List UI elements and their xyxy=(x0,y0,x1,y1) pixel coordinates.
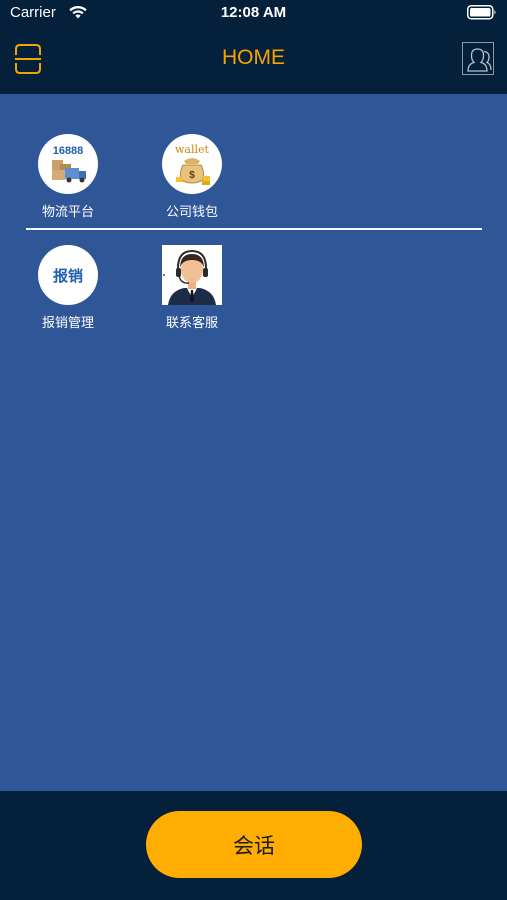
profile-button[interactable] xyxy=(462,42,494,75)
svg-text:$: $ xyxy=(189,170,195,181)
clock: 12:08 AM xyxy=(220,4,287,21)
section-divider xyxy=(26,228,482,230)
tile-label: 物流平台 xyxy=(41,205,94,220)
expense-icon: 报销 xyxy=(38,245,98,305)
wallet-icon: wallet $ xyxy=(162,134,222,194)
status-bar: Carrier 12:08 AM xyxy=(0,0,507,26)
user-icon xyxy=(467,48,492,72)
page-title: HOME xyxy=(222,46,285,69)
svg-text:wallet: wallet xyxy=(175,143,210,156)
tile-company-wallet[interactable]: wallet $ 公司钱包 xyxy=(147,134,237,220)
tile-expense-management[interactable]: 报销 报销管理 xyxy=(23,245,113,331)
tile-label: 联系客服 xyxy=(165,316,218,331)
svg-text:16888: 16888 xyxy=(53,145,84,157)
chat-button[interactable]: 会话 xyxy=(146,811,362,878)
home-grid: 16888 物流平台 wallet $ 公司钱包 报销 报销管理 联系客服 xyxy=(0,94,507,791)
tile-label: 报销管理 xyxy=(41,316,94,331)
customer-service-icon xyxy=(162,245,222,305)
tile-customer-service[interactable]: 联系客服 xyxy=(147,245,237,331)
tile-logistics-platform[interactable]: 16888 物流平台 xyxy=(23,134,113,220)
logistics-icon: 16888 xyxy=(38,134,98,194)
tile-label: 公司钱包 xyxy=(165,205,218,220)
svg-text:报销: 报销 xyxy=(53,267,83,285)
battery-icon xyxy=(467,5,497,24)
navigation-bar: HOME xyxy=(0,26,507,94)
bottom-bar: 会话 xyxy=(0,791,507,900)
